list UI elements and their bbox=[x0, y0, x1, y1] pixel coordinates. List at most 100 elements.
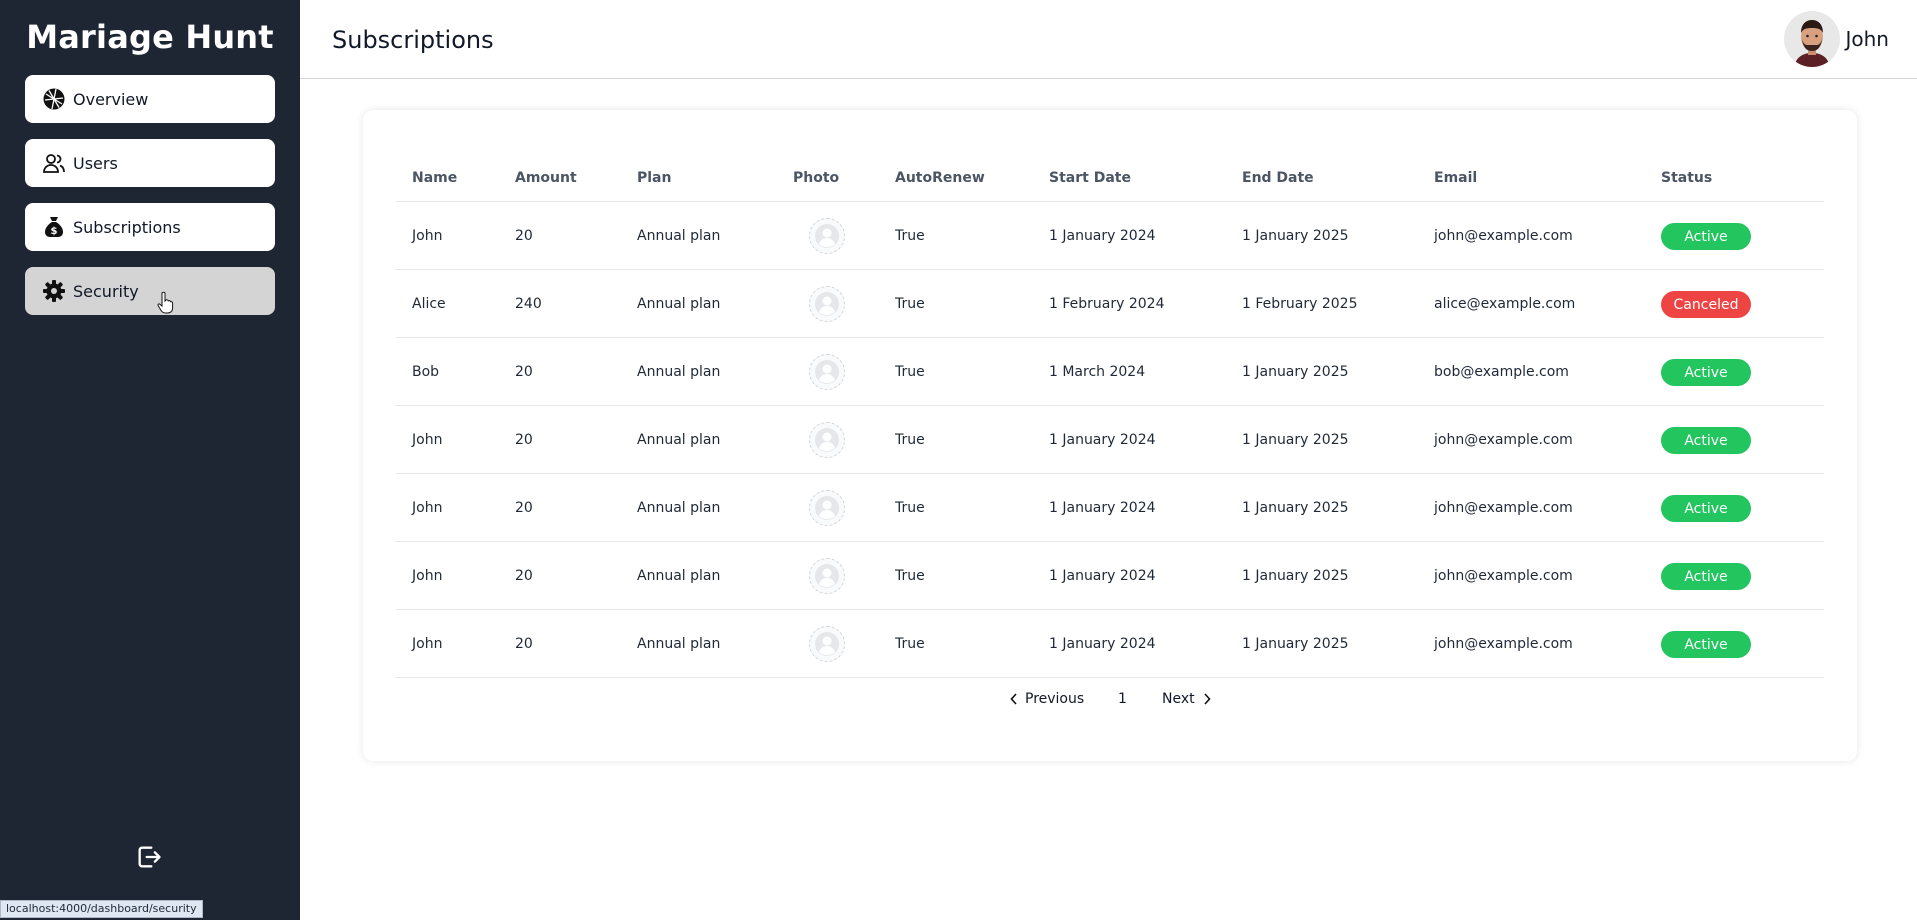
user-photo-placeholder-icon bbox=[809, 218, 845, 254]
table-row: John 20 Annual plan True 1 January 2024 1 Jan… bbox=[396, 610, 1824, 678]
cell-autorenew: True bbox=[895, 296, 925, 312]
status-badge: Active bbox=[1661, 427, 1751, 454]
page-number-button[interactable]: 1 bbox=[1118, 691, 1127, 707]
cell-end-date: 1 January 2025 bbox=[1242, 432, 1349, 448]
sidebar: Mariage Hunt Overview Users $ Subscripti… bbox=[0, 0, 300, 920]
cell-amount: 20 bbox=[515, 228, 533, 244]
cell-start-date: 1 January 2024 bbox=[1049, 500, 1156, 516]
cell-name: John bbox=[412, 500, 443, 516]
cell-amount: 20 bbox=[515, 432, 533, 448]
cell-autorenew: True bbox=[895, 500, 925, 516]
status-bar-url: localhost:4000/dashboard/security bbox=[0, 900, 203, 918]
users-icon bbox=[41, 150, 67, 176]
cell-plan: Annual plan bbox=[637, 228, 721, 244]
cell-end-date: 1 January 2025 bbox=[1242, 364, 1349, 380]
subscriptions-card: Name Amount Plan Photo AutoRenew Start D… bbox=[363, 110, 1857, 761]
cell-plan: Annual plan bbox=[637, 500, 721, 516]
status-badge: Active bbox=[1661, 631, 1751, 658]
user-photo-placeholder-icon bbox=[809, 354, 845, 390]
cell-end-date: 1 January 2025 bbox=[1242, 568, 1349, 584]
chevron-right-icon bbox=[1203, 693, 1211, 705]
cell-plan: Annual plan bbox=[637, 432, 721, 448]
user-photo-placeholder-icon bbox=[809, 422, 845, 458]
pagination: Previous 1 Next bbox=[363, 691, 1857, 715]
sidebar-item-label: Security bbox=[73, 281, 139, 301]
cell-name: John bbox=[412, 432, 443, 448]
cell-amount: 240 bbox=[515, 296, 542, 312]
table-row: John 20 Annual plan True 1 January 2024 1 Jan… bbox=[396, 542, 1824, 610]
cell-start-date: 1 January 2024 bbox=[1049, 432, 1156, 448]
hand-cursor-icon bbox=[157, 291, 175, 315]
cell-autorenew: True bbox=[895, 636, 925, 652]
cell-end-date: 1 January 2025 bbox=[1242, 636, 1349, 652]
cell-email: john@example.com bbox=[1434, 432, 1573, 448]
user-name: John bbox=[1845, 27, 1890, 51]
sidebar-item-label: Users bbox=[73, 153, 118, 173]
sidebar-item-label: Subscriptions bbox=[73, 217, 181, 237]
top-header: Subscriptions John bbox=[300, 0, 1917, 79]
cell-name: John bbox=[412, 568, 443, 584]
cell-start-date: 1 March 2024 bbox=[1049, 364, 1146, 380]
cell-amount: 20 bbox=[515, 568, 533, 584]
column-header-autorenew: AutoRenew bbox=[895, 170, 985, 186]
status-badge: Active bbox=[1661, 359, 1751, 386]
previous-page-button[interactable]: Previous bbox=[1010, 691, 1084, 707]
column-header-name: Name bbox=[412, 170, 458, 186]
chevron-left-icon bbox=[1010, 693, 1018, 705]
brand-title: Mariage Hunt bbox=[26, 18, 274, 56]
cell-end-date: 1 January 2025 bbox=[1242, 500, 1349, 516]
cell-amount: 20 bbox=[515, 500, 533, 516]
table-row: John 20 Annual plan True 1 January 2024 1 Jan… bbox=[396, 406, 1824, 474]
status-badge: Active bbox=[1661, 223, 1751, 250]
svg-text:$: $ bbox=[51, 226, 58, 237]
cell-autorenew: True bbox=[895, 228, 925, 244]
table-body: John 20 Annual plan True 1 January 2024 1 Jan… bbox=[396, 202, 1824, 678]
subscriptions-table: Name Amount Plan Photo AutoRenew Start D… bbox=[396, 152, 1824, 678]
cell-email: john@example.com bbox=[1434, 500, 1573, 516]
user-photo-placeholder-icon bbox=[809, 490, 845, 526]
column-header-status: Status bbox=[1661, 170, 1713, 186]
sidebar-item-users[interactable]: Users bbox=[25, 139, 275, 187]
next-label: Next bbox=[1162, 691, 1195, 707]
cell-amount: 20 bbox=[515, 364, 533, 380]
cell-email: john@example.com bbox=[1434, 568, 1573, 584]
page-number: 1 bbox=[1118, 691, 1127, 707]
status-badge: Active bbox=[1661, 495, 1751, 522]
cell-start-date: 1 January 2024 bbox=[1049, 228, 1156, 244]
table-row: Alice 240 Annual plan True 1 February 2024 1 … bbox=[396, 270, 1824, 338]
sidebar-item-security[interactable]: Security bbox=[25, 267, 275, 315]
cell-email: john@example.com bbox=[1434, 228, 1573, 244]
sidebar-item-subscriptions[interactable]: $ Subscriptions bbox=[25, 203, 275, 251]
user-photo-placeholder-icon bbox=[809, 286, 845, 322]
column-header-email: Email bbox=[1434, 170, 1478, 186]
user-photo-placeholder-icon bbox=[809, 558, 845, 594]
gear-icon bbox=[41, 278, 67, 304]
cell-amount: 20 bbox=[515, 636, 533, 652]
next-page-button[interactable]: Next bbox=[1162, 691, 1211, 707]
avatar[interactable] bbox=[1783, 11, 1840, 67]
cell-end-date: 1 January 2025 bbox=[1242, 228, 1349, 244]
cell-name: Bob bbox=[412, 364, 440, 380]
cell-plan: Annual plan bbox=[637, 636, 721, 652]
cell-start-date: 1 January 2024 bbox=[1049, 636, 1156, 652]
cell-name: John bbox=[412, 636, 443, 652]
logout-button[interactable] bbox=[133, 844, 165, 874]
user-photo-placeholder-icon bbox=[809, 626, 845, 662]
cell-name: John bbox=[412, 228, 443, 244]
money-bag-icon: $ bbox=[41, 214, 67, 240]
table-header: Name Amount Plan Photo AutoRenew Start D… bbox=[396, 152, 1824, 202]
status-badge: Canceled bbox=[1661, 291, 1751, 318]
sidebar-item-overview[interactable]: Overview bbox=[25, 75, 275, 123]
column-header-end-date: End Date bbox=[1242, 170, 1314, 186]
cell-start-date: 1 January 2024 bbox=[1049, 568, 1156, 584]
cell-email: john@example.com bbox=[1434, 636, 1573, 652]
cell-end-date: 1 February 2025 bbox=[1242, 296, 1358, 312]
column-header-photo: Photo bbox=[793, 170, 840, 186]
cell-start-date: 1 February 2024 bbox=[1049, 296, 1165, 312]
user-menu[interactable]: John bbox=[1783, 11, 1890, 67]
logout-icon bbox=[135, 843, 163, 876]
cell-name: Alice bbox=[412, 296, 446, 312]
cell-email: bob@example.com bbox=[1434, 364, 1569, 380]
dashboard-icon bbox=[41, 86, 67, 112]
page-title: Subscriptions bbox=[332, 26, 494, 54]
